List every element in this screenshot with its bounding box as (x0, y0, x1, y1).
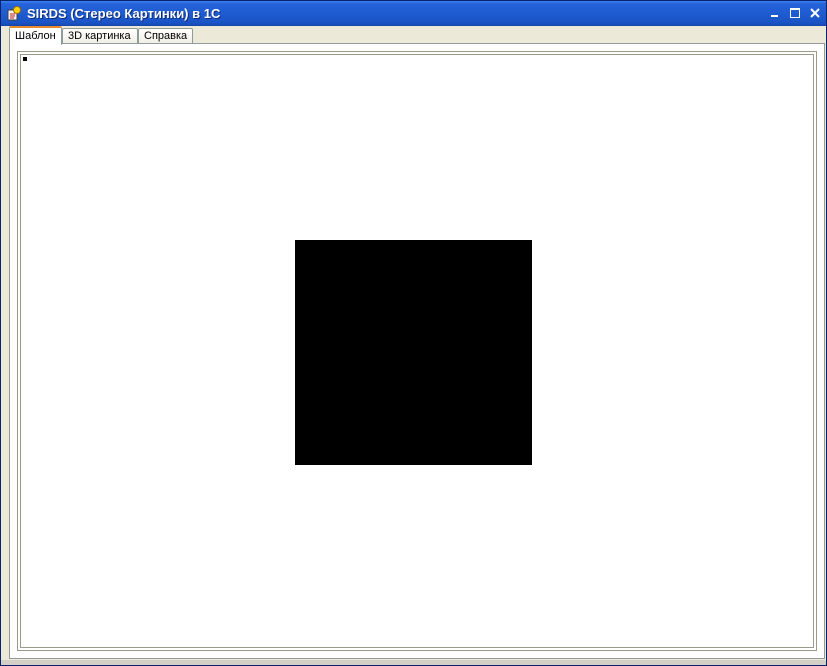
window-bottom-border (1, 660, 826, 665)
template-canvas-frame (17, 51, 817, 651)
window-client-area: Шаблон 3D картинка Справка (1, 26, 826, 665)
app-icon[interactable] (7, 6, 22, 21)
maximize-button[interactable] (787, 5, 803, 21)
app-window: SIRDS (Стерео Картинки) в 1С Шаблон 3D к… (0, 0, 827, 666)
tab-help[interactable]: Справка (138, 28, 193, 44)
window-title: SIRDS (Стерео Картинки) в 1С (27, 6, 221, 21)
template-canvas[interactable] (20, 54, 814, 648)
tab-template[interactable]: Шаблон (9, 26, 62, 45)
canvas-corner-marker (23, 57, 27, 61)
maximize-icon (790, 8, 800, 18)
title-bar[interactable]: SIRDS (Стерео Картинки) в 1С (1, 1, 826, 26)
minimize-icon (771, 15, 778, 17)
close-button[interactable] (807, 5, 823, 21)
tab-panel-template (9, 43, 825, 659)
close-icon (810, 8, 820, 18)
depth-map-square (295, 240, 532, 465)
minimize-button[interactable] (767, 5, 783, 21)
tab-3d-picture[interactable]: 3D картинка (62, 28, 138, 44)
